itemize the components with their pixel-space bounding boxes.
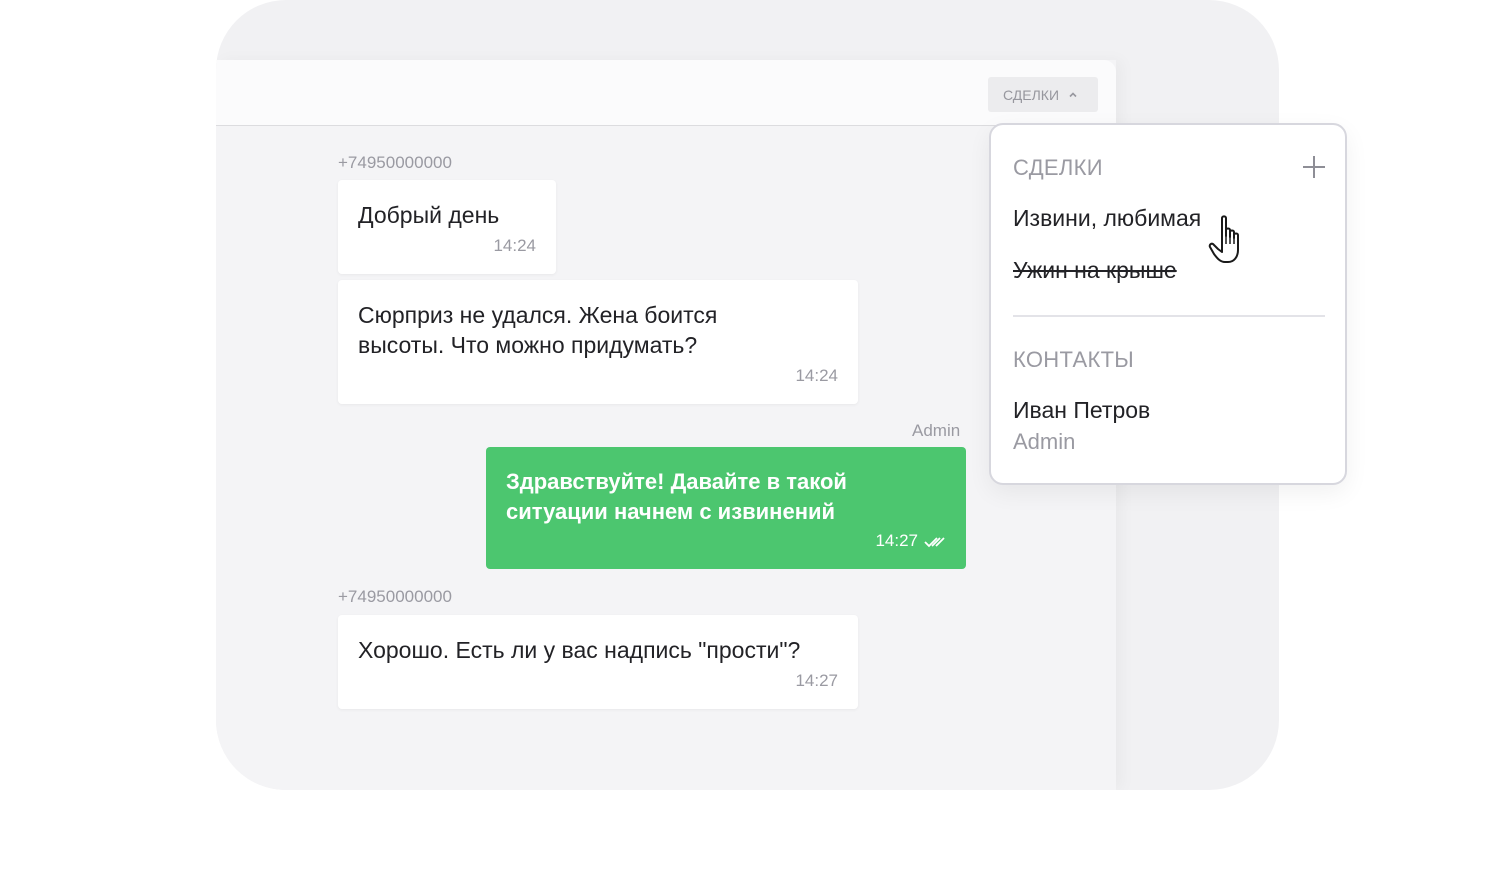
message-sender: +74950000000 [338, 587, 452, 606]
incoming-message: Хорошо. Есть ли у вас надпись "прости"? … [338, 615, 858, 709]
incoming-message: Добрый день 14:24 [338, 180, 556, 274]
deals-toggle-button[interactable]: СДЕЛКИ [988, 77, 1098, 112]
message-sender: +74950000000 [338, 153, 452, 172]
deal-item-closed[interactable]: Ужин на крыше [1013, 257, 1177, 284]
deals-heading: СДЕЛКИ [1013, 155, 1103, 180]
double-check-icon [924, 537, 945, 548]
deals-toggle-label: СДЕЛКИ [1003, 86, 1060, 103]
message-time: 14:27 [795, 671, 838, 690]
message-text: Хорошо. Есть ли у вас надпись "прости"? [358, 637, 801, 663]
chevron-up-icon [1069, 91, 1077, 97]
incoming-message: Сюрприз не удался. Жена боится высоты. Ч… [338, 280, 858, 404]
message-time: 14:27 [875, 531, 918, 550]
contacts-heading: КОНТАКТЫ [1013, 347, 1135, 372]
message-time: 14:24 [493, 236, 536, 255]
hand-cursor-icon [1208, 215, 1239, 263]
contact-name[interactable]: Иван Петров [1013, 397, 1150, 424]
message-text-line: Здравствуйте! Давайте в такой [506, 469, 847, 494]
chat-panel: СДЕЛКИ +74950000000 Добрый день 14:24 Сю… [216, 60, 1116, 790]
deal-item[interactable]: Извини, любимая [1013, 205, 1201, 232]
deals-dropdown: СДЕЛКИ Извини, любимая Ужин на крыше КОН… [989, 123, 1347, 485]
chat-header: СДЕЛКИ [216, 60, 1116, 126]
contact-role: Admin [1013, 429, 1076, 454]
message-sender: Admin [912, 421, 961, 440]
message-text-line: высоты. Что можно придумать? [358, 332, 698, 358]
message-text-line: ситуации начнем с извинений [506, 499, 836, 524]
message-text-line: Сюрприз не удался. Жена боится [358, 302, 718, 328]
message-time: 14:24 [795, 366, 838, 385]
plus-icon[interactable] [1302, 155, 1326, 179]
outgoing-message: Здравствуйте! Давайте в такой ситуации н… [486, 447, 966, 569]
divider [1013, 315, 1325, 317]
message-text: Добрый день [358, 202, 500, 228]
